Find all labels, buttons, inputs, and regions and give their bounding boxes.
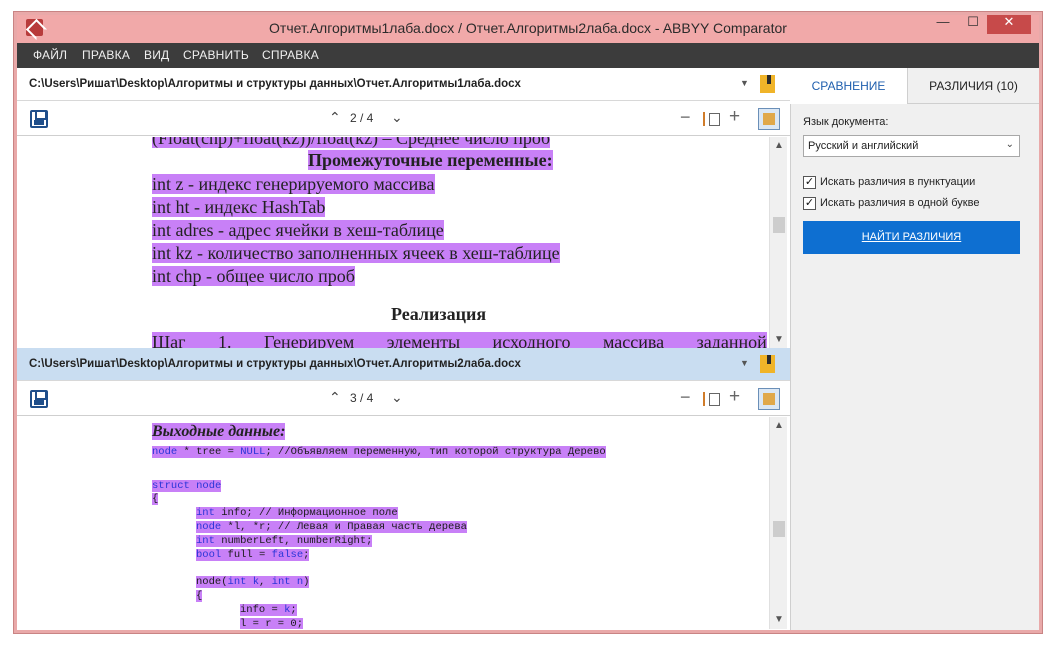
tab-differences[interactable]: РАЗЛИЧИЯ (10): [908, 68, 1039, 104]
doc2-scrollbar[interactable]: ▲ ▼: [769, 417, 787, 629]
doc2-next-page-icon[interactable]: ⌄: [391, 389, 403, 406]
doc2-fit-page-icon[interactable]: [703, 392, 720, 406]
minimize-button[interactable]: —: [929, 12, 957, 34]
menu-view[interactable]: ВИД: [144, 48, 169, 62]
doc2-heading: Выходные данные:: [152, 423, 286, 440]
window-title: Отчет.Алгоритмы1лаба.docx / Отчет.Алгори…: [269, 20, 787, 36]
doc1-line: int ht - индекс HashTab: [152, 197, 326, 217]
doc1-bookmark-icon[interactable]: [760, 75, 775, 93]
language-label: Язык документа:: [803, 116, 889, 128]
code-line: bool full = false;: [196, 549, 310, 561]
documents-area: C:\Users\Ришат\Desktop\Алгоритмы и струк…: [17, 68, 790, 630]
doc1-path-bar[interactable]: C:\Users\Ришат\Desktop\Алгоритмы и струк…: [17, 68, 790, 101]
doc1-fit-page-icon[interactable]: [703, 112, 720, 126]
doc1-scrollbar[interactable]: ▲ ▼: [769, 137, 787, 348]
doc1-line: int kz - количество заполненных ячеек в …: [152, 243, 560, 263]
doc2-path-bar[interactable]: C:\Users\Ришат\Desktop\Алгоритмы и струк…: [17, 348, 790, 381]
doc2-content[interactable]: Выходные данные: node * tree = NULL; //О…: [26, 417, 767, 629]
code-line: node(int k, int n): [196, 576, 310, 588]
punctuation-checkbox-label[interactable]: Искать различия в пунктуации: [820, 176, 975, 188]
doc2-scroll-down-icon[interactable]: ▼: [770, 614, 788, 625]
doc1-sync-scroll-icon[interactable]: [758, 108, 780, 130]
code-line: node * tree = NULL; //Объявляем переменн…: [152, 446, 606, 458]
doc2-path: C:\Users\Ришат\Desktop\Алгоритмы и струк…: [29, 358, 521, 370]
doc1-section-heading: Реализация: [391, 304, 487, 324]
doc1-zoom-in-icon[interactable]: +: [729, 106, 740, 128]
code-line: {: [196, 590, 203, 602]
doc1-line: Шаг 1. Генерируем элементы исходного мас…: [152, 332, 767, 348]
code-line: {: [152, 493, 159, 505]
doc2-page-indicator: 3 / 4: [350, 391, 374, 405]
doc1-heading: Промежуточные переменные:: [308, 150, 553, 170]
maximize-button[interactable]: ☐: [959, 12, 987, 34]
doc1-scroll-up-icon[interactable]: ▲: [770, 140, 788, 151]
title-bar[interactable]: Отчет.Алгоритмы1лаба.docx / Отчет.Алгори…: [14, 12, 1042, 43]
doc1-content[interactable]: (Float(chp)+float(kz))/float(kz) – Средн…: [26, 137, 767, 348]
find-differences-label: НАЙТИ РАЗЛИЧИЯ: [861, 231, 962, 243]
doc2-toolbar: ⌃ 3 / 4 ⌄ − +: [17, 382, 790, 416]
doc1-scroll-down-icon[interactable]: ▼: [770, 334, 788, 345]
app-window: Отчет.Алгоритмы1лаба.docx / Отчет.Алгори…: [13, 11, 1043, 634]
chevron-down-icon: ⌄: [1005, 139, 1014, 150]
code-line: info = k;: [240, 604, 297, 616]
doc1-line: int adres - адрес ячейки в хеш-таблице: [152, 220, 444, 240]
doc1-line: int z - индекс генерируемого массива: [152, 174, 435, 194]
doc2-zoom-out-icon[interactable]: −: [680, 387, 691, 408]
menu-edit[interactable]: ПРАВКА: [82, 48, 130, 62]
doc2-save-icon[interactable]: [30, 390, 48, 408]
close-button[interactable]: ✕: [987, 12, 1031, 34]
doc2-sync-scroll-icon[interactable]: [758, 388, 780, 410]
doc1-zoom-out-icon[interactable]: −: [680, 107, 691, 128]
code-line: int numberLeft, numberRight;: [196, 535, 373, 547]
code-line: node *l, *r; // Левая и Правая часть дер…: [196, 521, 467, 533]
single-letter-checkbox[interactable]: ✓: [803, 197, 816, 210]
code-line: l = r = 0;: [240, 618, 304, 629]
doc2-bookmark-icon[interactable]: [760, 355, 775, 373]
doc2-scroll-up-icon[interactable]: ▲: [770, 420, 788, 431]
sidebar-tabs: СРАВНЕНИЕ РАЗЛИЧИЯ (10): [790, 68, 1039, 104]
doc1-path: C:\Users\Ришат\Desktop\Алгоритмы и струк…: [29, 78, 521, 90]
doc2-dropdown-icon[interactable]: ▼: [740, 358, 749, 368]
language-value: Русский и английский: [808, 140, 919, 152]
find-differences-button[interactable]: НАЙТИ РАЗЛИЧИЯ: [803, 221, 1020, 254]
tab-compare[interactable]: СРАВНЕНИЕ: [790, 68, 908, 104]
menu-compare[interactable]: СРАВНИТЬ: [183, 48, 249, 62]
doc1-save-icon[interactable]: [30, 110, 48, 128]
doc1-line: (Float(chp)+float(kz))/float(kz) – Средн…: [152, 137, 551, 148]
doc2-zoom-in-icon[interactable]: +: [729, 386, 740, 408]
doc1-page-indicator: 2 / 4: [350, 111, 374, 125]
doc2-scroll-thumb[interactable]: [773, 521, 785, 537]
doc1-scroll-thumb[interactable]: [773, 217, 785, 233]
doc1-toolbar: ⌃ 2 / 4 ⌄ − +: [17, 102, 790, 136]
doc1-prev-page-icon[interactable]: ⌃: [329, 109, 341, 126]
doc1-dropdown-icon[interactable]: ▼: [740, 78, 749, 88]
menu-bar: ФАЙЛ ПРАВКА ВИД СРАВНИТЬ СПРАВКА: [17, 43, 1039, 68]
menu-file[interactable]: ФАЙЛ: [33, 48, 67, 62]
code-line: int info; // Информационное поле: [196, 507, 398, 519]
code-line: struct node: [152, 480, 222, 492]
language-select[interactable]: Русский и английский ⌄: [803, 135, 1020, 157]
doc2-prev-page-icon[interactable]: ⌃: [329, 389, 341, 406]
menu-help[interactable]: СПРАВКА: [262, 48, 319, 62]
compare-panel: Язык документа: Русский и английский ⌄ ✓…: [790, 104, 1039, 630]
doc1-next-page-icon[interactable]: ⌄: [391, 109, 403, 126]
doc1-line: int chp - общее число проб: [152, 266, 355, 286]
single-letter-checkbox-label[interactable]: Искать различия в одной букве: [820, 197, 979, 209]
punctuation-checkbox[interactable]: ✓: [803, 176, 816, 189]
